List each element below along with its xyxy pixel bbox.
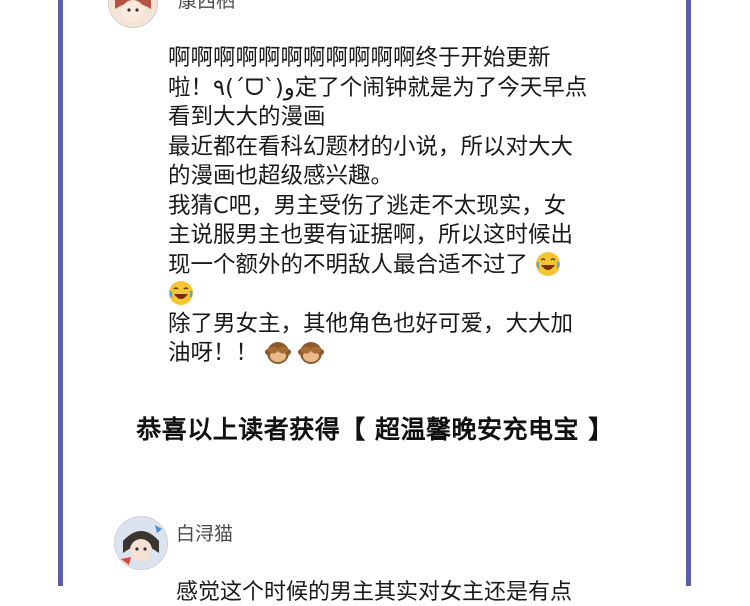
comment-line: 看到大大的漫画	[168, 104, 326, 130]
user-avatar-icon	[109, 0, 157, 27]
frame-left-border	[58, 0, 63, 586]
comment-line: 啊啊啊啊啊啊啊啊啊啊啊终于开始更新	[168, 45, 551, 71]
comment-body-bottom-preview: 感觉这个时候的男主其实对女主还是有点	[176, 580, 573, 605]
comment-line-with-emoji: 油呀！！	[168, 339, 638, 369]
comment-line: 的漫画也超级感兴趣。	[168, 163, 394, 189]
comment-body-top: 啊啊啊啊啊啊啊啊啊啊啊终于开始更新 啦！٩(ˊᗜˋ)و定了个闹钟就是为了今天早点…	[168, 44, 638, 369]
comment-line-with-emoji: 现一个额外的不明敌人最合适不过了	[168, 251, 638, 281]
emoji-line	[168, 280, 638, 310]
comment-line: 啦！٩(ˊᗜˋ)و定了个闹钟就是为了今天早点	[168, 74, 588, 101]
username-bottom[interactable]: 白浔猫	[176, 519, 233, 546]
avatar-bottom[interactable]	[114, 516, 168, 570]
prize-announcement: 恭喜以上读者获得【 超温馨晚安充电宝 】	[136, 415, 614, 444]
laughing-emoji-icon	[169, 281, 193, 305]
comment-line: 除了男女主，其他角色也好可爱，大大加	[168, 310, 574, 337]
see-no-evil-monkey-icon	[298, 342, 325, 364]
user-avatar-icon	[115, 517, 167, 569]
see-no-evil-monkey-icon	[265, 342, 292, 364]
comment-line: 最近都在看科幻题材的小说，所以对大大	[168, 133, 574, 160]
comment-line: 主说服男主也要有证据啊，所以这时候出	[168, 222, 574, 248]
comment-line-text: 现一个额外的不明敌人最合适不过了	[168, 251, 529, 278]
avatar-top[interactable]	[108, 0, 158, 28]
username-top[interactable]: 康西栖	[178, 0, 235, 13]
frame-right-border	[686, 0, 691, 586]
comment-line: 我猜C吧，男主受伤了逃走不太现实，女	[168, 192, 567, 219]
laughing-emoji-icon	[536, 251, 561, 276]
comment-line-text: 油呀！！	[168, 340, 259, 366]
